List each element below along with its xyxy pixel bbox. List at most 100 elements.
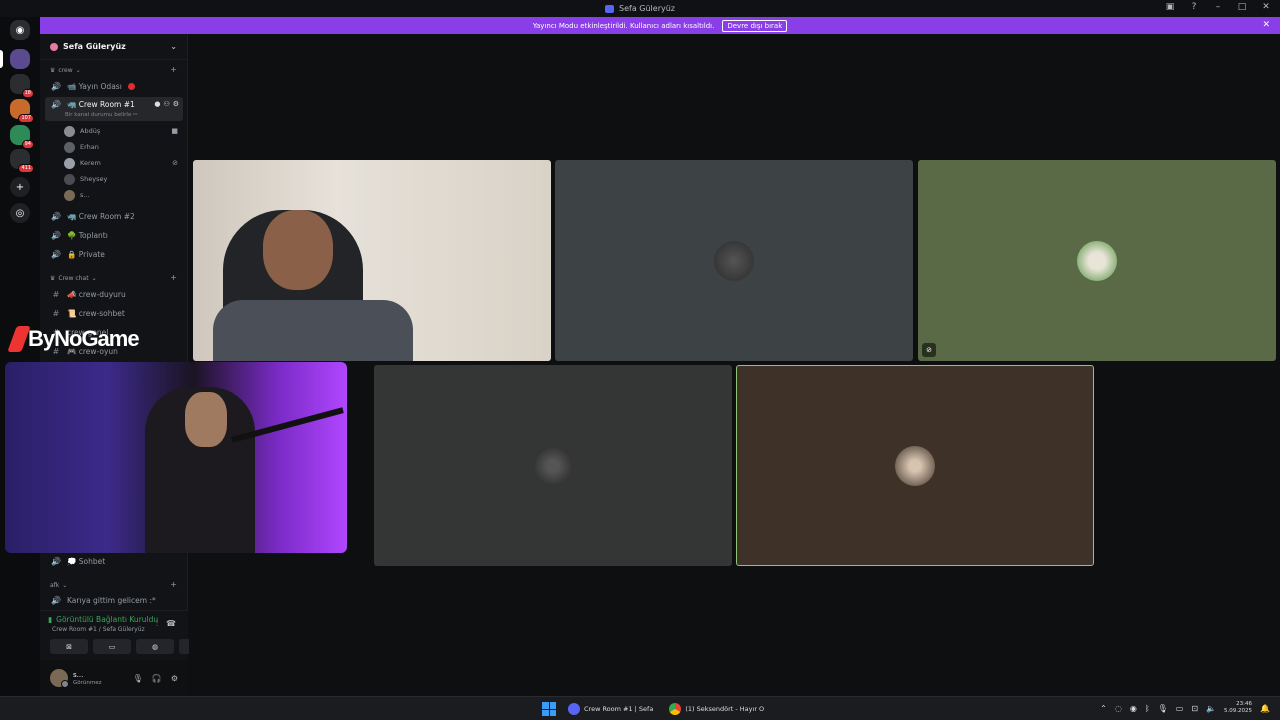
user-info[interactable]: s... Görünmez (73, 671, 102, 686)
taskbar-app-discord[interactable]: Crew Room #1 | Sefa (564, 701, 657, 717)
video-tile-avatar[interactable] (555, 160, 913, 361)
banner-close-icon[interactable]: ✕ (1262, 20, 1270, 30)
voice-channel-path[interactable]: Crew Room #1 / Sefa Güleryüz (52, 626, 145, 633)
avatar (64, 173, 75, 185)
category-crew-chat[interactable]: ♛ Crew chat ⌄ (50, 275, 97, 282)
server-folder[interactable]: 411 (10, 149, 34, 173)
video-tile-avatar[interactable]: ⊘ (918, 160, 1276, 361)
channel-name: 🌳 Toplantı (67, 230, 108, 240)
category-crew[interactable]: ♛ crew ⌄ (50, 67, 81, 74)
discover-button[interactable]: ◎ (10, 203, 30, 223)
taskbar-app-label: (1) Seksendört - Hayır O (685, 705, 765, 713)
clock[interactable]: 23:46 5.09.2025 (1224, 701, 1252, 715)
taskbar-app-chrome[interactable]: (1) Seksendört - Hayır O (665, 701, 768, 717)
close-window-button[interactable]: ✕ (1260, 2, 1272, 12)
screen-share-button[interactable]: ▭ (93, 639, 131, 654)
system-tray: ⌃ ◌ ◉ ᛒ 🎙 ▭ ⊡ 🔈 23:46 5.09.2025 🔔 (1100, 701, 1270, 715)
channel-name: Karıya gittim gelicem :* (67, 595, 156, 605)
avatar[interactable] (50, 669, 69, 688)
voice-member[interactable]: Abdüş ■ (64, 124, 184, 138)
streamer-face (185, 392, 227, 447)
noise-suppression-icon[interactable]: ⫶ (156, 619, 158, 629)
network-icon[interactable]: ⊡ (1191, 704, 1198, 713)
channel-toplanti[interactable]: 🔊 🌳 Toplantı (45, 227, 183, 243)
category-label: Crew chat (58, 275, 89, 282)
server-icon-2[interactable]: 18 (10, 74, 34, 98)
add-channel-icon[interactable]: + (170, 65, 177, 74)
display-icon[interactable]: ▭ (1176, 704, 1184, 713)
add-channel-icon[interactable]: + (170, 273, 177, 282)
server-icon-4[interactable]: 94 (10, 125, 34, 149)
voice-member[interactable]: Kerem ⊘ (64, 156, 184, 170)
mic-icon[interactable]: 🎙 (133, 674, 143, 683)
home-button[interactable]: ◉ (10, 20, 30, 40)
disconnect-icon[interactable]: ☎ (166, 619, 176, 629)
channel-name: 💭 Sohbet (67, 556, 106, 566)
notification-bell-icon[interactable]: 🔔 (1260, 704, 1270, 713)
chevron-down-icon: ⌄ (170, 42, 177, 51)
signal-icon: ▮ (48, 615, 53, 624)
voice-status[interactable]: ▮ Görüntülü Bağlantı Kuruldu (48, 615, 158, 624)
server-icon-1[interactable] (10, 49, 30, 69)
mic-off-icon: ⊘ (922, 343, 936, 357)
server-icon-3[interactable]: 107 (10, 99, 34, 123)
channel-private[interactable]: 🔊 🔒 Private (45, 246, 183, 262)
channel-crew-sohbet[interactable]: # 📜 crew-sohbet (45, 305, 183, 321)
brand-text: ByNoGame (28, 326, 140, 351)
member-name: Sheysey (80, 175, 108, 183)
voice-connection-panel: ▮ Görüntülü Bağlantı Kuruldu Crew Room #… (40, 610, 217, 660)
taskbar-apps: Crew Room #1 | Sefa (1) Seksendört - Hay… (542, 701, 768, 717)
channel-name: 🦏 Crew Room #2 (67, 211, 135, 221)
title-bar: Sefa Güleryüz ▣ ? – □ ✕ (0, 0, 1280, 17)
gear-icon[interactable]: ⚙ (173, 100, 179, 108)
video-tile-speaking[interactable] (736, 365, 1094, 566)
compass-icon: ◎ (15, 207, 25, 219)
voice-member[interactable]: Sheysey (64, 172, 184, 186)
activity-button[interactable]: ◍ (136, 639, 174, 654)
window-title-text: Sefa Güleryüz (619, 4, 675, 13)
window-controls: ▣ ? – □ ✕ (1164, 2, 1272, 12)
maximize-button[interactable]: □ (1236, 2, 1248, 12)
inbox-icon[interactable]: ▣ (1164, 2, 1176, 12)
gear-icon[interactable]: ⚙ (171, 674, 178, 683)
volume-icon[interactable]: 🔈 (1206, 704, 1216, 713)
minimize-button[interactable]: – (1212, 2, 1224, 12)
chat-icon[interactable]: ● (154, 100, 160, 108)
discord-icon (605, 4, 615, 13)
channel-crew-duyuru[interactable]: # 📣 crew-duyuru (45, 286, 183, 302)
mic-off-icon: ⊘ (172, 159, 178, 167)
voice-member[interactable]: s... (64, 188, 184, 202)
bluetooth-icon[interactable]: ᛒ (1145, 704, 1150, 713)
camera-off-button[interactable]: ⊠ (50, 639, 88, 654)
streamer-mode-banner: Yayıncı Modu etkinleştirildi. Kullanıcı … (40, 17, 1280, 34)
voice-status-text: Görüntülü Bağlantı Kuruldu (56, 615, 159, 624)
clock-date: 5.09.2025 (1224, 708, 1253, 714)
channel-afk[interactable]: 🔊 Karıya gittim gelicem :* (45, 592, 183, 608)
add-server-button[interactable]: + (10, 177, 30, 197)
camera-feed-face (263, 210, 333, 290)
headphones-icon[interactable]: 🎧 (152, 674, 162, 683)
avatar (64, 157, 75, 169)
channel-sohbet[interactable]: 🔊 💭 Sohbet (45, 553, 183, 569)
invite-icon[interactable]: ⚇ (163, 100, 169, 108)
add-channel-icon[interactable]: + (170, 580, 177, 589)
video-tile-camera[interactable] (193, 160, 551, 361)
speaker-icon: 🔊 (51, 230, 61, 240)
channel-status[interactable]: Bir kanal durumu belirle ✏ (65, 112, 138, 118)
channel-crew-room-2[interactable]: 🔊 🦏 Crew Room #2 (45, 208, 183, 224)
mic-icon[interactable]: 🎙 (1158, 704, 1168, 713)
tray-icon[interactable]: ◌ (1115, 704, 1122, 713)
help-icon[interactable]: ? (1188, 2, 1200, 12)
server-badge: 107 (18, 114, 34, 123)
channel-yayin-odasi[interactable]: 🔊 📹 Yayın Odası (45, 78, 183, 94)
voice-member[interactable]: Erhan (64, 140, 184, 154)
guild-header[interactable]: Sefa Güleryüz ⌄ (40, 34, 187, 60)
chevron-up-icon[interactable]: ⌃ (1100, 704, 1107, 713)
windows-start-button[interactable] (542, 702, 556, 716)
screen-share-icon: ▭ (108, 642, 116, 651)
category-afk[interactable]: afk ⌄ (50, 582, 67, 589)
video-tile-avatar[interactable] (374, 365, 732, 566)
tray-icon[interactable]: ◉ (1130, 704, 1137, 713)
disable-streamer-mode-button[interactable]: Devre dışı bırak (722, 19, 788, 32)
channel-name: 📹 Yayın Odası (67, 81, 122, 91)
